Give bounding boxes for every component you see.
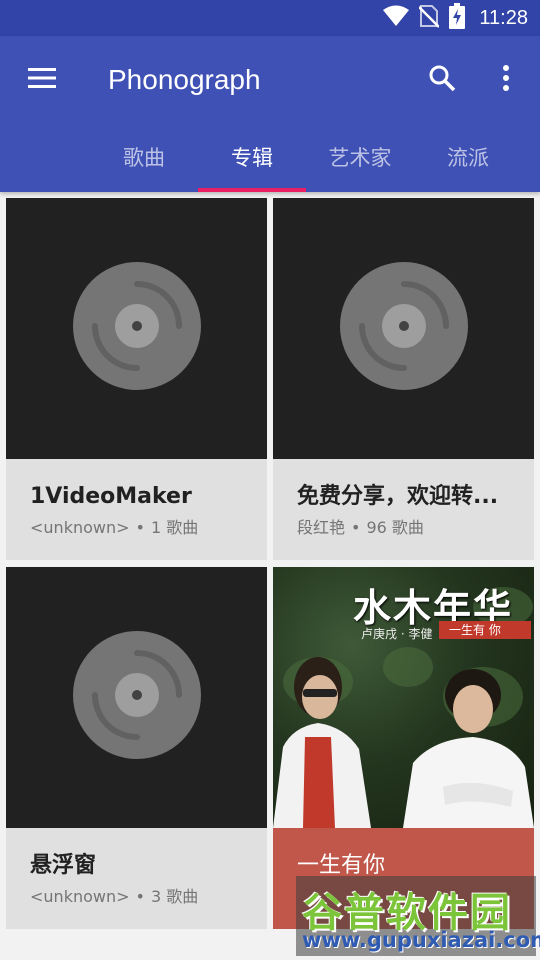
album-subtitle: 段红艳 • 96 歌曲 bbox=[297, 517, 518, 539]
album-subtitle: <unknown> • 1 歌曲 bbox=[30, 517, 251, 539]
status-time: 11:28 bbox=[479, 6, 528, 29]
search-button[interactable] bbox=[420, 58, 464, 102]
cover-subtitle: 一生有 你 bbox=[439, 621, 531, 639]
cover-names: 卢庚戌 · 李健 bbox=[361, 627, 433, 641]
battery-charging-icon bbox=[449, 2, 466, 34]
separator-dot: • bbox=[135, 887, 145, 906]
album-info: 免费分享，欢迎转... 段红艳 • 96 歌曲 bbox=[273, 459, 534, 560]
person-left-figure bbox=[273, 657, 371, 828]
album-subtitle: <unknown> • 3 歌曲 bbox=[30, 886, 251, 908]
album-title: 免费分享，欢迎转... bbox=[297, 484, 499, 509]
wifi-icon bbox=[383, 5, 410, 32]
status-icons: 11:28 bbox=[383, 0, 528, 36]
album-title: 1VideoMaker bbox=[30, 484, 192, 509]
separator-dot: • bbox=[135, 518, 145, 537]
person-right-figure bbox=[403, 669, 534, 828]
album-art bbox=[6, 198, 267, 459]
tab-albums[interactable]: 专辑 bbox=[198, 132, 306, 192]
album-grid: 1VideoMaker <unknown> • 1 歌曲 免费分享，欢迎转... 段 bbox=[6, 198, 534, 960]
album-info: 1VideoMaker <unknown> • 1 歌曲 bbox=[6, 459, 267, 560]
more-options-button[interactable] bbox=[486, 58, 526, 102]
album-card[interactable]: 1VideoMaker <unknown> • 1 歌曲 bbox=[6, 198, 267, 560]
disc-icon bbox=[339, 262, 468, 395]
search-icon bbox=[428, 64, 456, 97]
album-info: 悬浮窗 <unknown> • 3 歌曲 bbox=[6, 828, 267, 929]
tab-bar: 歌曲 专辑 艺术家 流派 bbox=[90, 132, 540, 192]
album-art bbox=[273, 198, 534, 459]
album-song-count: 1 歌曲 bbox=[150, 518, 199, 537]
menu-icon bbox=[28, 67, 56, 94]
status-bar: 11:28 bbox=[0, 0, 540, 36]
album-card[interactable]: 免费分享，欢迎转... 段红艳 • 96 歌曲 bbox=[273, 198, 534, 560]
watermark: 谷普软件园 www.gupuxiazai.com bbox=[296, 876, 540, 956]
tab-songs[interactable]: 歌曲 bbox=[90, 132, 198, 192]
disc-icon bbox=[72, 262, 201, 395]
menu-button[interactable] bbox=[20, 60, 64, 100]
separator-dot: • bbox=[351, 518, 361, 537]
album-artist: <unknown> bbox=[30, 887, 130, 906]
app-bar: Phonograph 歌曲 专辑 艺术家 流派 bbox=[0, 36, 540, 192]
album-song-count: 96 歌曲 bbox=[366, 518, 424, 537]
album-card[interactable]: 水木年华 卢庚戌 · 李健 一生有 你 一生有你 bbox=[273, 567, 534, 929]
tab-albums-label: 专辑 bbox=[231, 146, 273, 170]
album-card[interactable]: 悬浮窗 <unknown> • 3 歌曲 bbox=[6, 567, 267, 929]
no-sim-icon bbox=[418, 4, 441, 33]
album-artist: 段红艳 bbox=[297, 518, 346, 537]
album-title: 悬浮窗 bbox=[30, 853, 97, 878]
disc-icon bbox=[72, 631, 201, 764]
tab-indicator bbox=[198, 188, 306, 192]
album-artist: <unknown> bbox=[30, 518, 130, 537]
more-vert-icon bbox=[502, 64, 510, 96]
tab-genres[interactable]: 流派 bbox=[414, 132, 522, 192]
app-title: Phonograph bbox=[108, 64, 261, 95]
watermark-url: www.gupuxiazai.com bbox=[302, 928, 540, 952]
album-cover-photo: 水木年华 卢庚戌 · 李健 一生有 你 bbox=[273, 567, 534, 828]
album-song-count: 3 歌曲 bbox=[150, 887, 199, 906]
tab-artists[interactable]: 艺术家 bbox=[306, 132, 414, 192]
album-art bbox=[6, 567, 267, 828]
